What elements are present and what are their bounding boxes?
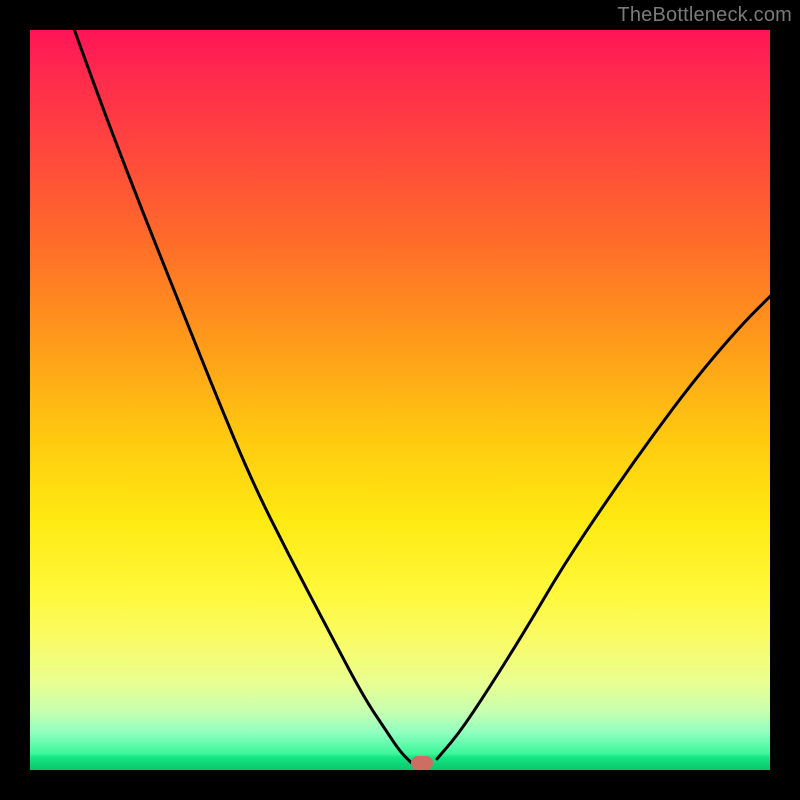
curve-left-branch — [74, 30, 411, 763]
chart-frame: TheBottleneck.com — [0, 0, 800, 800]
curve-right-branch — [437, 296, 770, 759]
bottleneck-marker — [411, 756, 433, 770]
curve-svg — [30, 30, 770, 770]
watermark-text: TheBottleneck.com — [617, 4, 792, 27]
plot-area — [30, 30, 770, 770]
